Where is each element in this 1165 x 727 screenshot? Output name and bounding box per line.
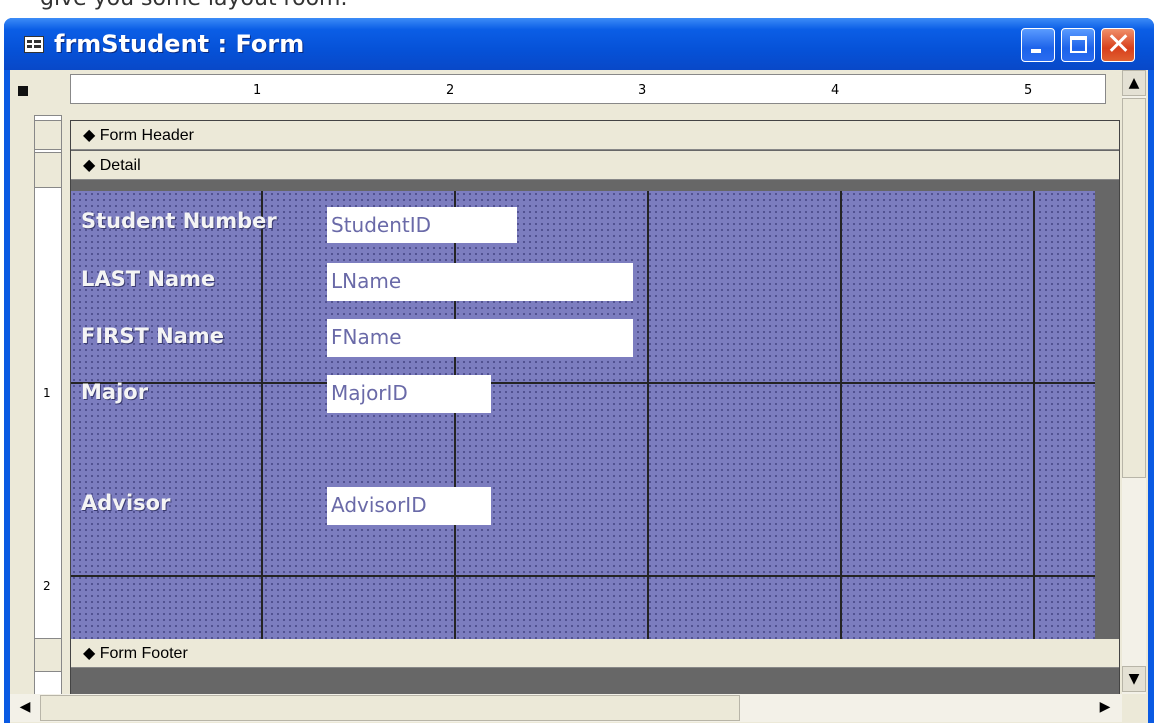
field-advisorid[interactable]: AdvisorID [327,487,491,525]
field-majorid[interactable]: MajorID [327,375,491,413]
ruler-number-3: 3 [638,83,647,98]
label-advisor[interactable]: Advisor [81,491,170,515]
window-title: frmStudent : Form [54,30,305,58]
vertical-scroll-thumb[interactable] [1122,98,1146,478]
header-section-selector[interactable] [34,120,62,150]
grid-line [261,191,263,639]
ruler-number-1: 1 [253,83,262,98]
minimize-button[interactable] [1021,28,1055,62]
grid-line [71,382,1095,384]
grid-line [71,575,1095,577]
label-last-name[interactable]: LAST Name [81,267,215,291]
vertical-ruler[interactable]: 1 2 [34,115,62,705]
scroll-right-arrow-icon[interactable]: ▶ [1092,695,1118,721]
horizontal-scroll-thumb[interactable] [40,695,740,721]
label-student-number[interactable]: Student Number [81,209,277,233]
horizontal-scrollbar[interactable]: ◀ ▶ [10,694,1122,722]
form-selector-box[interactable] [18,86,28,96]
page-note-text: give you some layout room. [40,0,347,11]
title-bar[interactable]: frmStudent : Form ✕ [4,18,1154,70]
grid-line [454,191,456,639]
scroll-down-arrow-icon[interactable]: ▼ [1122,666,1146,692]
vruler-number-2: 2 [43,579,51,593]
form-icon[interactable] [24,36,44,53]
field-studentid[interactable]: StudentID [327,207,517,243]
grid-line [647,191,649,639]
detail-section-selector[interactable] [34,152,62,188]
scroll-up-arrow-icon[interactable]: ▲ [1122,70,1146,96]
detail-section-grid[interactable]: Student Number StudentID LAST Name LName… [71,191,1095,639]
ruler-number-5: 5 [1024,83,1033,98]
vertical-scrollbar[interactable]: ▲ ▼ [1122,70,1146,694]
field-fname[interactable]: FName [327,319,633,357]
grid-line [840,191,842,639]
grid-line [1033,191,1035,639]
ruler-number-4: 4 [831,83,840,98]
ruler-number-2: 2 [446,83,455,98]
maximize-button[interactable] [1061,28,1095,62]
maximize-icon [1070,36,1087,53]
section-form-header[interactable]: ◆ Form Header [71,121,1119,150]
vruler-number-1: 1 [43,386,51,400]
horizontal-ruler[interactable]: 1 2 3 4 5 [70,74,1106,104]
footer-section-selector[interactable] [34,638,62,672]
scroll-left-arrow-icon[interactable]: ◀ [12,695,38,721]
section-detail-label: ◆ Detail [83,157,141,174]
form-design-area: 1 2 3 4 5 1 2 ◆ Form Header ◆ Detail Stu… [10,70,1148,723]
section-form-header-label: ◆ Form Header [83,127,194,144]
minimize-icon [1031,49,1041,53]
form-window: frmStudent : Form ✕ 1 2 3 4 5 1 2 ◆ Form… [4,18,1154,723]
close-button[interactable]: ✕ [1101,28,1135,62]
label-major[interactable]: Major [81,380,148,404]
design-surface: ◆ Form Header ◆ Detail Student Number St… [70,120,1120,700]
section-form-footer[interactable]: ◆ Form Footer [71,639,1119,668]
section-form-footer-label: ◆ Form Footer [83,645,188,662]
label-first-name[interactable]: FIRST Name [81,324,224,348]
close-icon: ✕ [1106,27,1132,62]
section-detail[interactable]: ◆ Detail [71,151,1119,180]
field-lname[interactable]: LName [327,263,633,301]
